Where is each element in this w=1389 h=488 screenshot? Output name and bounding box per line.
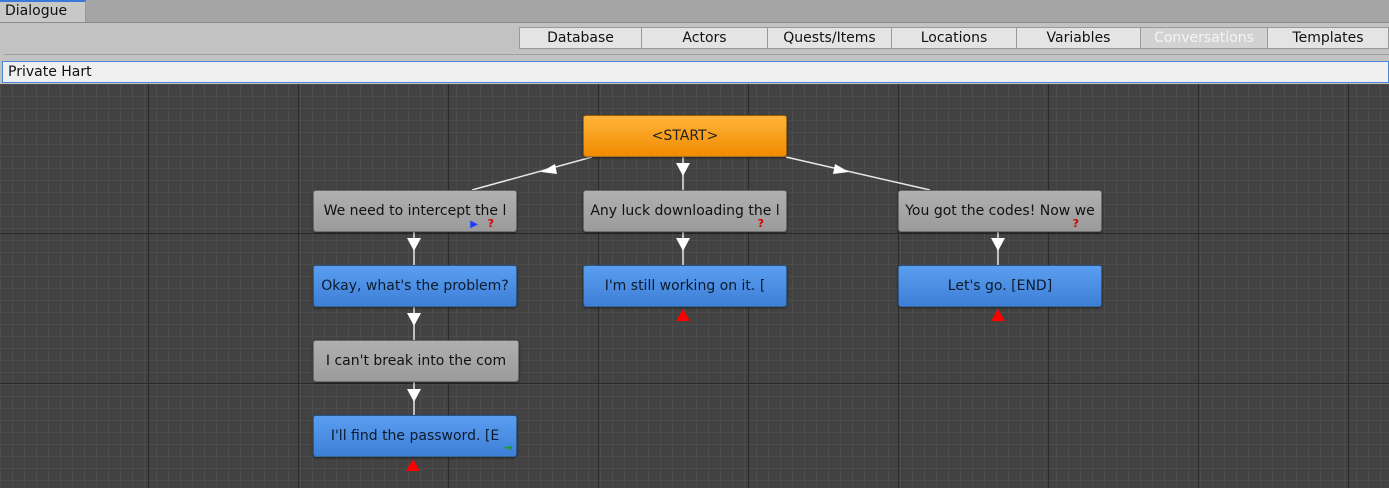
- node-npc-4[interactable]: I can't break into the com: [313, 340, 519, 382]
- toolbar-divider: [4, 54, 1389, 55]
- node-pc-2-label: I'm still working on it. [: [604, 278, 766, 294]
- flag-icon: ▶: [470, 219, 478, 230]
- tab-variables[interactable]: Variables: [1016, 27, 1140, 49]
- link-arrow-icon: [541, 164, 557, 174]
- link-start-to-npc-1: [471, 156, 593, 191]
- node-npc-2[interactable]: Any luck downloading the l ?: [583, 190, 787, 232]
- node-pc-3-label: Let's go. [END]: [947, 278, 1053, 294]
- link-arrow-icon: [676, 238, 690, 251]
- tab-locations[interactable]: Locations: [891, 27, 1016, 49]
- window-tab-dialogue[interactable]: Dialogue: [0, 0, 86, 22]
- node-pc-3[interactable]: Let's go. [END]: [898, 265, 1102, 307]
- tab-actors[interactable]: Actors: [641, 27, 767, 49]
- editor-tabs: Database Actors Quests/Items Locations V…: [519, 27, 1389, 49]
- node-editor-canvas[interactable]: <START> We need to intercept the l ▶ ? A…: [0, 84, 1389, 488]
- link-arrow-icon: [407, 313, 421, 326]
- node-npc-1-label: We need to intercept the l: [323, 203, 507, 219]
- arrow-right-icon: ➜: [503, 441, 513, 454]
- node-npc-2-label: Any luck downloading the l: [590, 203, 780, 219]
- node-pc-4[interactable]: I'll find the password. [E ➜: [313, 415, 517, 457]
- end-marker-icon: [406, 459, 420, 471]
- end-marker-icon: [991, 309, 1005, 321]
- tab-database[interactable]: Database: [519, 27, 641, 49]
- node-start[interactable]: <START>: [583, 115, 787, 157]
- end-marker-icon: [676, 309, 690, 321]
- node-npc-4-label: I can't break into the com: [325, 353, 507, 369]
- node-pc-1[interactable]: Okay, what's the problem?: [313, 265, 517, 307]
- question-icon: ?: [757, 217, 764, 230]
- conversation-title-field[interactable]: Private Hart: [2, 61, 1389, 83]
- node-pc-4-label: I'll find the password. [E: [330, 428, 500, 444]
- link-arrow-icon: [407, 389, 421, 402]
- link-arrow-icon: [991, 238, 1005, 251]
- link-arrow-icon: [833, 164, 849, 174]
- node-pc-1-label: Okay, what's the problem?: [321, 278, 509, 294]
- window-tab-bar: Dialogue: [0, 0, 1389, 23]
- link-arrow-icon: [676, 163, 690, 176]
- tab-quests-items[interactable]: Quests/Items: [767, 27, 891, 49]
- node-start-label: <START>: [651, 128, 719, 144]
- tab-templates[interactable]: Templates: [1267, 27, 1389, 49]
- link-arrow-icon: [407, 238, 421, 251]
- tab-conversations[interactable]: Conversations: [1140, 27, 1267, 49]
- node-pc-2[interactable]: I'm still working on it. [: [583, 265, 787, 307]
- node-npc-1[interactable]: We need to intercept the l ▶ ?: [313, 190, 517, 232]
- question-icon: ?: [1072, 217, 1079, 230]
- question-icon: ?: [487, 217, 494, 230]
- node-npc-3[interactable]: You got the codes! Now we ?: [898, 190, 1102, 232]
- node-npc-3-label: You got the codes! Now we: [905, 203, 1095, 219]
- link-start-to-npc-3: [785, 156, 931, 191]
